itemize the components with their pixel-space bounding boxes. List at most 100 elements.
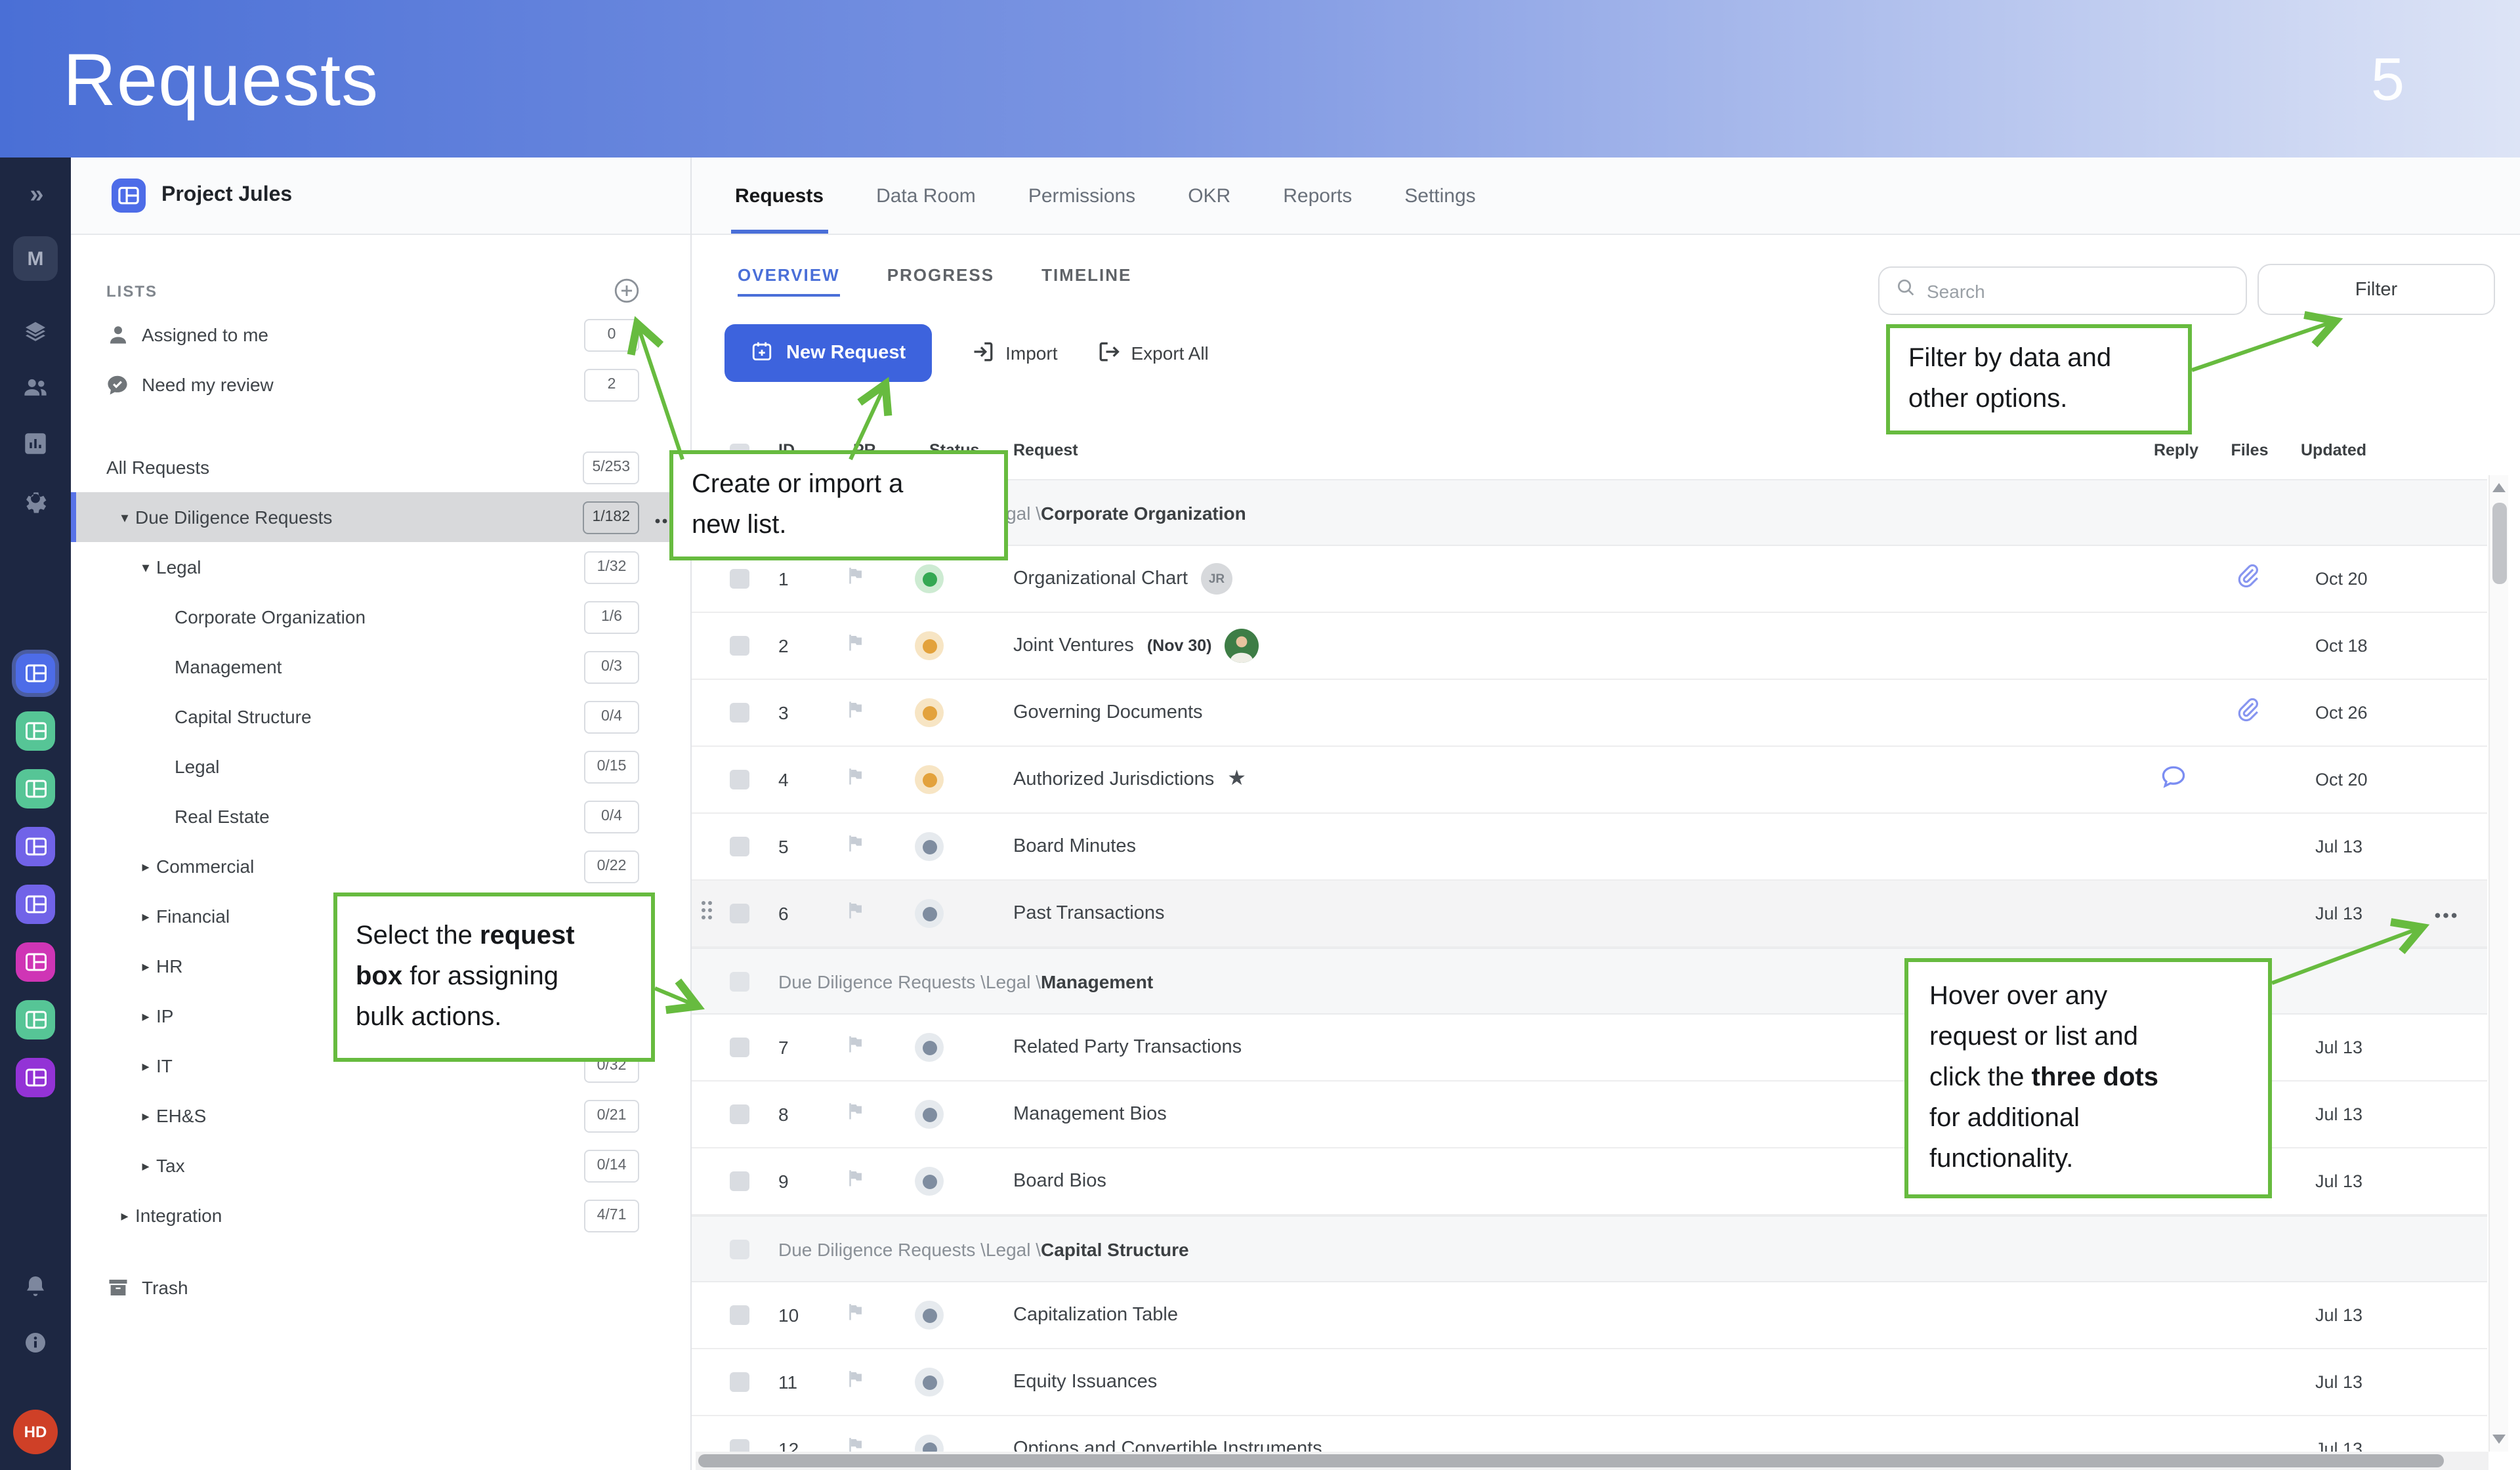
row-checkbox[interactable] (730, 837, 749, 856)
tree-toggle-icon[interactable]: ▸ (114, 1207, 135, 1224)
flag-icon[interactable] (845, 900, 865, 927)
request-title[interactable]: Board Minutes (1013, 836, 1136, 857)
layers-icon[interactable] (22, 318, 49, 344)
request-row-11[interactable]: 11 Equity Issuances ★ Jul 13 (692, 1349, 2487, 1416)
project-tile-2[interactable] (16, 711, 55, 751)
request-title[interactable]: Authorized Jurisdictions (1013, 769, 1214, 790)
request-title[interactable]: Governing Documents (1013, 702, 1203, 723)
status-dot[interactable] (915, 1167, 944, 1196)
request-title[interactable]: Capitalization Table (1013, 1305, 1178, 1326)
request-title[interactable]: Management Bios (1013, 1104, 1167, 1125)
flag-icon[interactable] (845, 633, 865, 659)
group-row-capital-structure[interactable]: Due Diligence Requests \Legal \Capital S… (692, 1215, 2487, 1282)
request-title[interactable]: Related Party Transactions (1013, 1037, 1242, 1058)
request-row-10[interactable]: 10 Capitalization Table ★ Jul 13 (692, 1282, 2487, 1349)
horizontal-scrollbar-thumb[interactable] (698, 1454, 2444, 1467)
nav-permissions[interactable]: Permissions (1028, 158, 1135, 234)
star-icon[interactable]: ★ (1227, 769, 1246, 790)
sidebar-item-legal[interactable]: ▾ Legal 1/32 (71, 542, 690, 592)
import-button[interactable]: Import (971, 339, 1057, 367)
flag-icon[interactable] (845, 566, 865, 592)
notifications-bell-icon[interactable] (22, 1273, 49, 1299)
sidebar-item-assigned-to-me[interactable]: Assigned to me 0 (71, 310, 690, 360)
group-checkbox[interactable] (730, 971, 749, 991)
nav-data-room[interactable]: Data Room (876, 158, 976, 234)
workspace-avatar[interactable]: M (13, 236, 58, 281)
assignee-avatar[interactable]: JR (1201, 563, 1232, 595)
project-tile-5[interactable] (16, 885, 55, 924)
request-row-5[interactable]: 5 Board Minutes ★ Jul 13 (692, 814, 2487, 881)
status-dot[interactable] (915, 1368, 944, 1396)
row-checkbox[interactable] (730, 1372, 749, 1392)
nav-okr[interactable]: OKR (1188, 158, 1230, 234)
sidebar-item-all-requests[interactable]: All Requests 5/253 (71, 442, 690, 492)
attachment-icon[interactable] (2234, 561, 2260, 597)
flag-icon[interactable] (845, 1302, 865, 1328)
expand-sidebar-icon[interactable]: » (30, 181, 41, 210)
tree-toggle-icon[interactable]: ▾ (114, 509, 135, 526)
request-row-2[interactable]: 2 Joint Ventures (Nov 30) ★ Oct 18 (692, 613, 2487, 680)
tree-toggle-icon[interactable]: ▸ (135, 1057, 156, 1074)
column-header-reply[interactable]: Reply (2154, 441, 2198, 459)
info-icon[interactable] (22, 1330, 49, 1356)
project-tile-3[interactable] (16, 769, 55, 808)
row-checkbox[interactable] (730, 770, 749, 789)
column-header-updated[interactable]: Updated (2301, 441, 2366, 459)
scroll-up-icon[interactable] (2492, 483, 2506, 492)
request-row-3[interactable]: 3 Governing Documents ★ Oct 26 (692, 680, 2487, 747)
tab-timeline[interactable]: TIMELINE (1041, 265, 1131, 297)
flag-icon[interactable] (845, 766, 865, 793)
request-title[interactable]: Joint Ventures (1013, 635, 1134, 656)
status-dot[interactable] (915, 1100, 944, 1129)
sidebar-item-need-my-review[interactable]: Need my review 2 (71, 360, 690, 410)
status-dot[interactable] (915, 899, 944, 928)
column-header-request[interactable]: Request (1013, 441, 1078, 459)
row-checkbox[interactable] (730, 703, 749, 723)
flag-icon[interactable] (845, 1101, 865, 1127)
user-avatar[interactable]: HD (13, 1410, 58, 1454)
project-header[interactable]: Project Jules (71, 158, 690, 235)
attachment-icon[interactable] (2234, 695, 2260, 730)
vertical-scrollbar[interactable] (2488, 475, 2508, 1452)
sidebar-item-corporate-organization[interactable]: Corporate Organization 1/6 (71, 592, 690, 642)
sidebar-item-real-estate[interactable]: Real Estate 0/4 (71, 791, 690, 841)
status-dot[interactable] (915, 698, 944, 727)
status-dot[interactable] (915, 631, 944, 660)
tree-toggle-icon[interactable]: ▸ (135, 957, 156, 975)
sidebar-item-eh-s[interactable]: ▸ EH&S 0/21 (71, 1091, 690, 1141)
people-icon[interactable] (22, 373, 49, 401)
tree-toggle-icon[interactable]: ▸ (135, 908, 156, 925)
nav-reports[interactable]: Reports (1283, 158, 1352, 234)
request-title[interactable]: Past Transactions (1013, 903, 1165, 924)
tab-overview[interactable]: OVERVIEW (738, 265, 840, 297)
filter-button[interactable]: Filter (2258, 264, 2495, 315)
nav-settings[interactable]: Settings (1404, 158, 1475, 234)
nav-requests[interactable]: Requests (735, 158, 824, 234)
request-title[interactable]: Equity Issuances (1013, 1372, 1157, 1393)
add-list-icon[interactable] (613, 277, 640, 311)
flag-icon[interactable] (845, 833, 865, 860)
settings-gear-icon[interactable] (21, 488, 50, 517)
status-dot[interactable] (915, 832, 944, 861)
export-all-button[interactable]: Export All (1097, 339, 1209, 367)
project-tile-7[interactable] (16, 1000, 55, 1040)
column-header-files[interactable]: Files (2231, 441, 2269, 459)
row-checkbox[interactable] (730, 1104, 749, 1124)
row-checkbox[interactable] (730, 636, 749, 656)
new-request-button[interactable]: New Request (724, 324, 932, 382)
drag-handle-icon[interactable] (701, 900, 713, 927)
request-title[interactable]: Organizational Chart (1013, 568, 1188, 589)
reply-icon[interactable] (2159, 762, 2188, 797)
project-tile-6[interactable] (16, 942, 55, 982)
project-tile-1[interactable] (16, 654, 55, 693)
tab-progress[interactable]: PROGRESS (887, 265, 994, 297)
tree-toggle-icon[interactable]: ▾ (135, 558, 156, 576)
assignee-avatar[interactable] (1225, 629, 1259, 663)
sidebar-item-capital-structure[interactable]: Capital Structure 0/4 (71, 692, 690, 742)
sidebar-item-management[interactable]: Management 0/3 (71, 642, 690, 692)
tree-toggle-icon[interactable]: ▸ (135, 1157, 156, 1174)
sidebar-item-trash[interactable]: Trash (71, 1263, 690, 1312)
status-dot[interactable] (915, 1033, 944, 1062)
flag-icon[interactable] (845, 1369, 865, 1395)
request-row-4[interactable]: 4 Authorized Jurisdictions ★ Oct 20 (692, 747, 2487, 814)
